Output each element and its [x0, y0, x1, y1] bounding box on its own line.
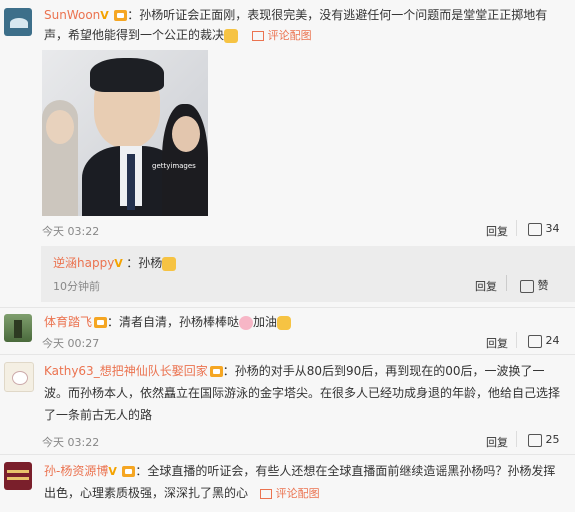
like-count: 34	[545, 222, 560, 235]
like-count: 25	[545, 433, 560, 446]
commenter-name[interactable]: SunWoon	[44, 8, 100, 22]
comment-time: 今天 03:22	[42, 436, 100, 449]
comment-text: ：清者自清，孙杨棒棒哒	[107, 315, 240, 329]
divider	[0, 307, 575, 308]
comment-text-cont: 波。而孙杨本人，依然矗立在国际游泳的金字塔尖。在很多人已经功成身退的年龄，他给自…	[44, 386, 561, 400]
thumbs-up-icon	[520, 279, 534, 293]
avatar[interactable]	[4, 462, 32, 490]
sub-reply: 逆涵happyV ：孙杨 10分钟前 回复 赞	[41, 246, 575, 302]
avatar[interactable]	[4, 8, 32, 36]
divider	[0, 354, 575, 355]
verified-icon: V	[108, 465, 117, 478]
like-label: 赞	[537, 279, 549, 292]
divider	[506, 275, 507, 291]
vip-badge-icon	[122, 466, 136, 477]
comment-text: ：孙杨听证会正面刚，表现很完美，没有逃避任何一个问题而是堂堂正正掷地有	[127, 8, 548, 22]
sub-reply-reply-button[interactable]: 回复	[475, 278, 497, 294]
watermark-text: gettyimages	[152, 162, 196, 170]
comment-text-cont: 出色，心理素质极强，深深扎了黑的心	[44, 486, 249, 500]
image-icon	[251, 30, 264, 41]
thumbs-up-emoji-icon	[162, 256, 177, 271]
sub-reply-text: ：孙杨	[126, 256, 163, 270]
thumbs-up-icon	[528, 222, 542, 236]
divider	[516, 332, 517, 348]
sub-reply-like-button[interactable]: 赞	[520, 277, 549, 293]
comment-time: 今天 03:22	[42, 225, 100, 238]
divider	[516, 220, 517, 236]
comment-image-link[interactable]: 评论配图	[276, 487, 320, 500]
comment-text: ：全球直播的听证会，有些人还想在全球直播面前继续造谣黑孙杨吗？孙杨发挥	[135, 464, 556, 478]
vip-badge-icon	[114, 10, 128, 21]
ok-hand-emoji-icon	[224, 28, 239, 43]
comment-photo[interactable]: gettyimages	[42, 50, 208, 216]
comment-text-cont: 声，希望他能得到一个公正的裁决	[44, 28, 225, 42]
sub-reply-name[interactable]: 逆涵happy	[53, 256, 114, 270]
commenter-name[interactable]: 体育踏飞	[44, 315, 92, 329]
divider	[516, 431, 517, 447]
comment-text-cont: 加油	[253, 315, 278, 329]
like-button[interactable]: 34	[528, 222, 560, 236]
thumbs-up-icon	[528, 433, 542, 447]
image-icon	[259, 488, 272, 499]
comment-text-cont: 了一条前古无人的路	[44, 408, 153, 422]
verified-icon: V	[100, 9, 109, 22]
pig-emoji-icon	[239, 315, 254, 330]
divider	[0, 454, 575, 455]
like-button[interactable]: 25	[528, 433, 560, 447]
vip-badge-icon	[94, 317, 108, 328]
like-button[interactable]: 24	[528, 334, 560, 348]
commenter-name[interactable]: 孙-杨资源博	[44, 464, 108, 478]
reply-button[interactable]: 回复	[486, 223, 508, 239]
muscle-emoji-icon	[277, 315, 292, 330]
sub-reply-time: 10分钟前	[53, 280, 100, 293]
comment-time: 今天 00:27	[42, 337, 100, 350]
comment-text: ：孙杨的对手从80后到90后，再到现在的00后，一波换了一	[222, 364, 545, 378]
reply-button[interactable]: 回复	[486, 434, 508, 450]
vip-badge-icon	[209, 366, 223, 377]
avatar[interactable]	[4, 362, 34, 392]
verified-icon: V	[114, 257, 123, 270]
like-count: 24	[545, 334, 560, 347]
thumbs-up-icon	[528, 334, 542, 348]
reply-button[interactable]: 回复	[486, 335, 508, 351]
avatar[interactable]	[4, 314, 32, 342]
comment-image-link[interactable]: 评论配图	[268, 29, 312, 42]
commenter-name[interactable]: Kathy63_想把神仙队长娶回家	[44, 364, 208, 378]
